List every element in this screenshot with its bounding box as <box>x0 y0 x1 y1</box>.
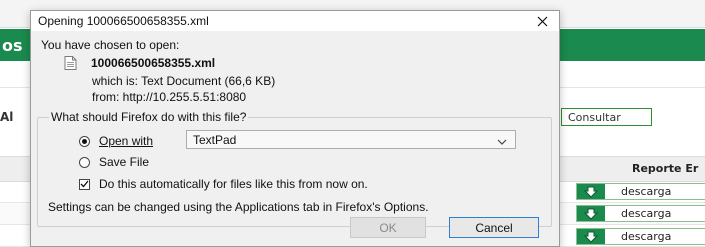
file-type-info: which is: Text Document (66,6 KB) <box>92 74 276 88</box>
ok-button[interactable]: OK <box>350 217 426 238</box>
auto-action-option[interactable]: Do this automatically for files like thi… <box>79 177 368 191</box>
document-icon <box>64 56 77 75</box>
side-label: Al <box>0 110 14 124</box>
open-with-label: Open with <box>99 134 154 148</box>
download-button[interactable]: descarga <box>576 183 705 200</box>
application-select[interactable]: TextPad <box>186 130 516 149</box>
auto-action-checkbox[interactable] <box>79 178 90 190</box>
intro-text: You have chosen to open: <box>41 38 180 52</box>
dialog-body: You have chosen to open: 100066500658355… <box>31 31 559 246</box>
save-file-radio[interactable] <box>79 156 90 168</box>
download-button[interactable]: descarga <box>576 205 705 222</box>
consultar-button[interactable]: Consultar <box>561 108 652 126</box>
chevron-down-icon <box>497 135 507 149</box>
dialog-title: Opening 100066500658355.xml <box>38 14 209 28</box>
open-with-option[interactable]: Open with <box>79 134 153 148</box>
action-group-label: What should Firefox do with this file? <box>49 110 249 124</box>
download-arrow-icon <box>577 229 605 244</box>
file-source-info: from: http://10.255.5.51:8080 <box>92 90 247 104</box>
opening-file-dialog: Opening 100066500658355.xml You have cho… <box>30 10 560 247</box>
save-file-option[interactable]: Save File <box>79 155 149 169</box>
download-button[interactable]: descarga <box>576 228 705 245</box>
download-label: descarga <box>621 185 672 198</box>
download-arrow-icon <box>577 206 605 221</box>
download-arrow-icon <box>577 184 605 199</box>
site-header-text: os <box>2 36 23 55</box>
settings-note: Settings can be changed using the Applic… <box>48 200 429 214</box>
application-select-value: TextPad <box>193 132 237 147</box>
file-name: 100066500658355.xml <box>91 56 216 70</box>
open-with-radio[interactable] <box>79 135 90 147</box>
close-icon[interactable] <box>527 11 557 31</box>
dialog-titlebar[interactable]: Opening 100066500658355.xml <box>31 11 559 31</box>
save-file-label: Save File <box>99 155 150 169</box>
download-label: descarga <box>621 207 672 220</box>
download-label: descarga <box>621 230 672 243</box>
table-header-reporte: Reporte Er <box>632 162 699 175</box>
auto-action-label: Do this automatically for files like thi… <box>99 177 368 191</box>
cancel-button[interactable]: Cancel <box>449 217 539 238</box>
